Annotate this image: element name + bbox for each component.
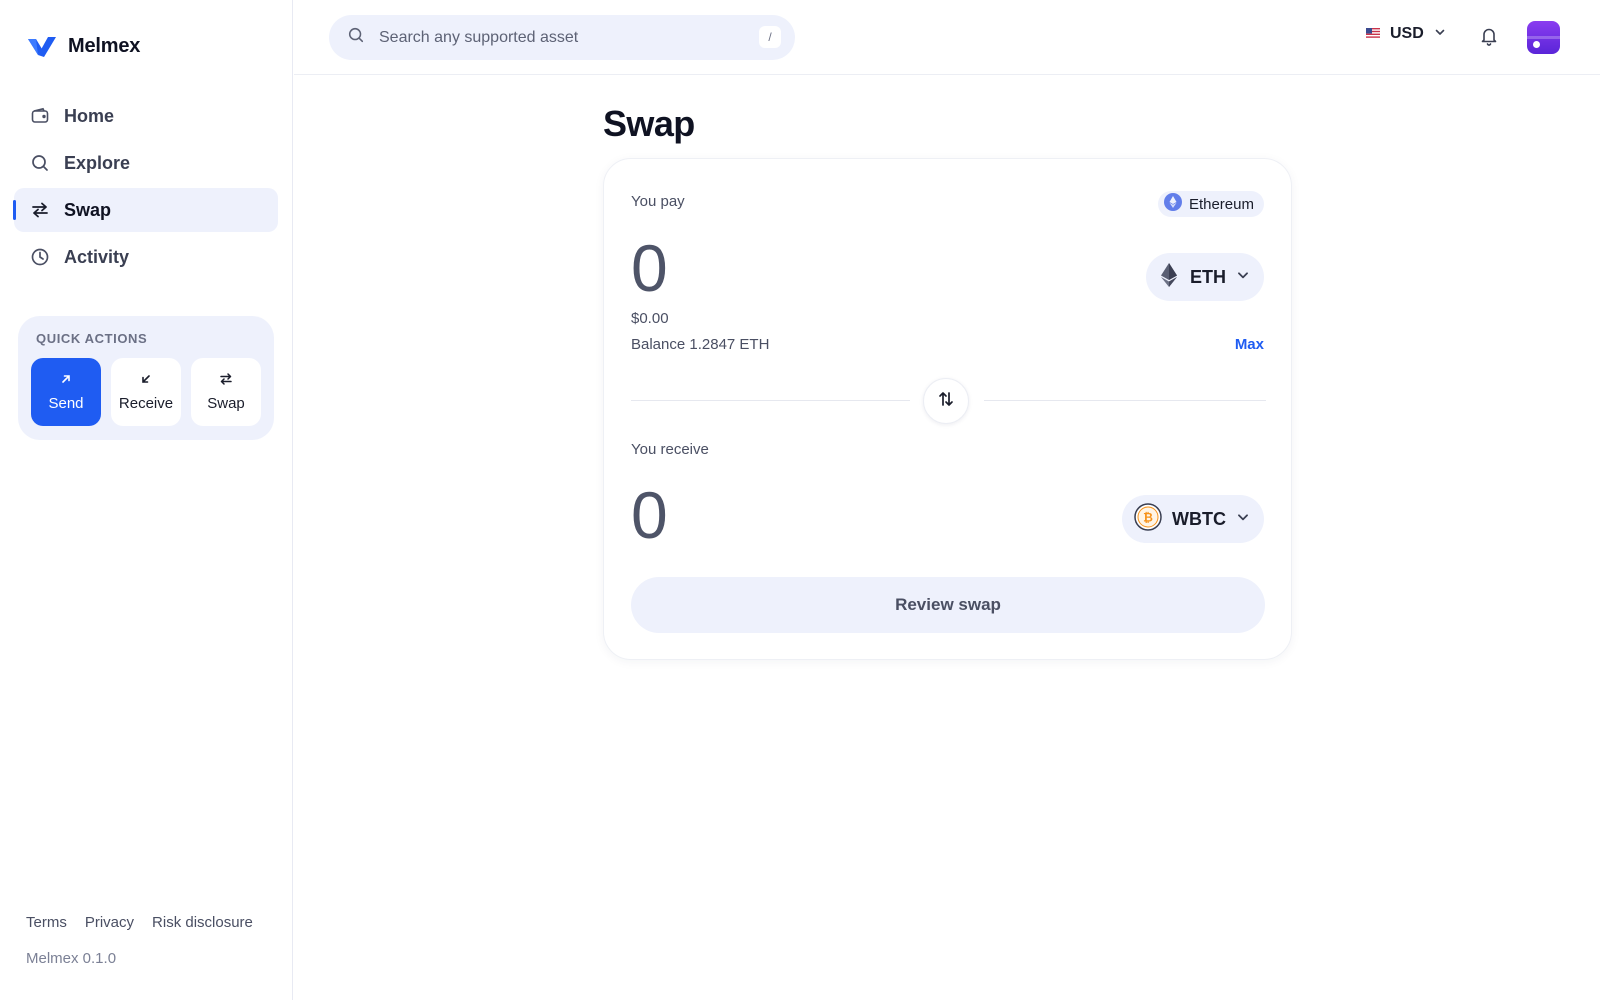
search-input[interactable]	[379, 28, 739, 47]
wallet-icon	[30, 106, 50, 126]
arrow-up-right-icon	[59, 372, 73, 386]
search-shortcut-key: /	[759, 26, 781, 48]
terms-link[interactable]: Terms	[26, 914, 67, 931]
pay-fiat-value: $0.00	[631, 310, 669, 327]
search-icon	[30, 153, 50, 173]
currency-code: USD	[1390, 25, 1424, 42]
app-version: Melmex 0.1.0	[26, 950, 117, 967]
send-label: Send	[48, 395, 84, 412]
avatar[interactable]	[1527, 21, 1560, 54]
search-icon	[347, 26, 365, 49]
you-receive-label: You receive	[631, 441, 709, 458]
pay-token-symbol: ETH	[1190, 266, 1226, 287]
swap-arrows-icon	[30, 200, 50, 220]
arrow-down-left-icon	[139, 372, 153, 386]
receive-amount-output: 0	[631, 478, 668, 552]
chevron-down-icon	[1236, 510, 1250, 529]
ethereum-network-icon	[1163, 193, 1182, 215]
brand[interactable]: Melmex	[26, 33, 140, 59]
sidebar-item-label: Explore	[64, 152, 131, 173]
svg-text:₿: ₿	[1143, 510, 1153, 524]
divider-left	[631, 400, 910, 401]
send-button[interactable]: Send	[31, 358, 101, 426]
receive-token-symbol: WBTC	[1172, 508, 1226, 529]
you-pay-label: You pay	[631, 193, 685, 210]
swap-label: Swap	[207, 395, 245, 412]
sidebar-nav: Home Explore Swap Activity	[13, 94, 278, 282]
swap-card: You pay Ethereum 0 ETH $0.00 Balance 1.2…	[603, 158, 1292, 660]
clock-icon	[30, 247, 50, 267]
currency-selector[interactable]: USD	[1366, 25, 1446, 43]
search-bar[interactable]: /	[329, 15, 795, 60]
receive-token-selector[interactable]: ₿ WBTC	[1122, 495, 1264, 543]
quick-actions-panel: QUICK ACTIONS Send Receive Swap	[18, 316, 274, 440]
bell-icon	[1479, 28, 1499, 51]
pay-token-selector[interactable]: ETH	[1146, 253, 1264, 301]
review-swap-button[interactable]: Review swap	[631, 577, 1265, 633]
pay-balance: Balance 1.2847 ETH	[631, 336, 770, 353]
receive-label: Receive	[118, 395, 174, 412]
network-selector[interactable]: Ethereum	[1157, 191, 1264, 217]
sidebar-item-home[interactable]: Home	[14, 94, 278, 138]
chevron-down-icon	[1434, 25, 1446, 43]
notifications-button[interactable]	[1479, 25, 1499, 52]
topbar: / USD	[294, 0, 1600, 75]
network-name: Ethereum	[1188, 195, 1254, 213]
quick-actions-title: QUICK ACTIONS	[36, 331, 148, 346]
pay-amount-input[interactable]: 0	[631, 235, 668, 301]
sidebar-item-label: Swap	[64, 199, 112, 220]
eth-token-icon	[1158, 262, 1180, 293]
sidebar-item-label: Activity	[64, 246, 130, 267]
sidebar-item-swap[interactable]: Swap	[13, 188, 278, 232]
privacy-link[interactable]: Privacy	[85, 914, 134, 931]
footer-links: Terms Privacy Risk disclosure	[26, 914, 253, 931]
sidebar-item-explore[interactable]: Explore	[14, 141, 278, 185]
sidebar-item-label: Home	[64, 105, 115, 126]
switch-direction-button[interactable]	[923, 378, 969, 424]
bitcoin-token-icon: ₿	[1134, 502, 1162, 536]
risk-disclosure-link[interactable]: Risk disclosure	[152, 914, 253, 931]
swap-arrows-icon	[219, 372, 233, 386]
swap-vertical-icon	[937, 390, 955, 413]
us-flag-icon	[1366, 25, 1380, 43]
receive-button[interactable]: Receive	[111, 358, 181, 426]
brand-name: Melmex	[68, 34, 141, 57]
page-title: Swap	[603, 103, 695, 144]
sidebar: Melmex Home Explore Swap Activity QUICK …	[0, 0, 293, 1000]
max-button[interactable]: Max	[1235, 336, 1264, 353]
sidebar-item-activity[interactable]: Activity	[14, 235, 278, 279]
melmex-logo-icon	[28, 37, 56, 57]
chevron-down-icon	[1236, 268, 1250, 287]
divider-right	[984, 400, 1266, 401]
quick-swap-button[interactable]: Swap	[191, 358, 261, 426]
